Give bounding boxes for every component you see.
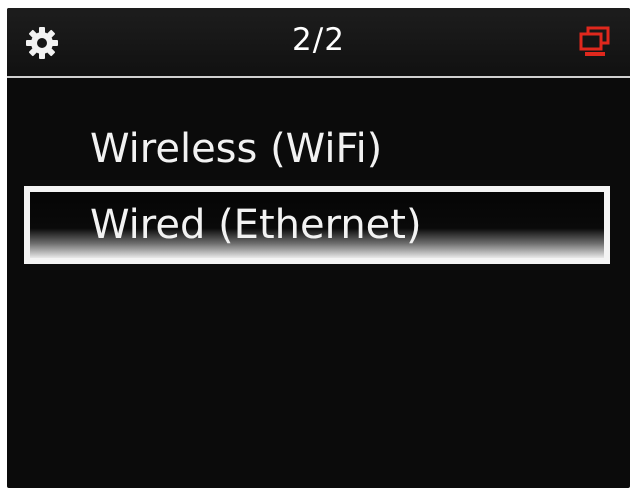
- menu-item-wireless-wifi[interactable]: Wireless (WiFi): [24, 110, 610, 188]
- device-screen: 2/2 Wireless (WiFi) Wired (Ethernet): [7, 8, 630, 488]
- page-indicator: 2/2: [292, 22, 345, 58]
- menu-item-wired-ethernet[interactable]: Wired (Ethernet): [24, 186, 610, 264]
- menu-item-label: Wired (Ethernet): [90, 202, 422, 248]
- menu-item-label: Wireless (WiFi): [90, 126, 383, 172]
- stacked-screens-icon[interactable]: [576, 25, 612, 61]
- title-bar: 2/2: [7, 8, 630, 78]
